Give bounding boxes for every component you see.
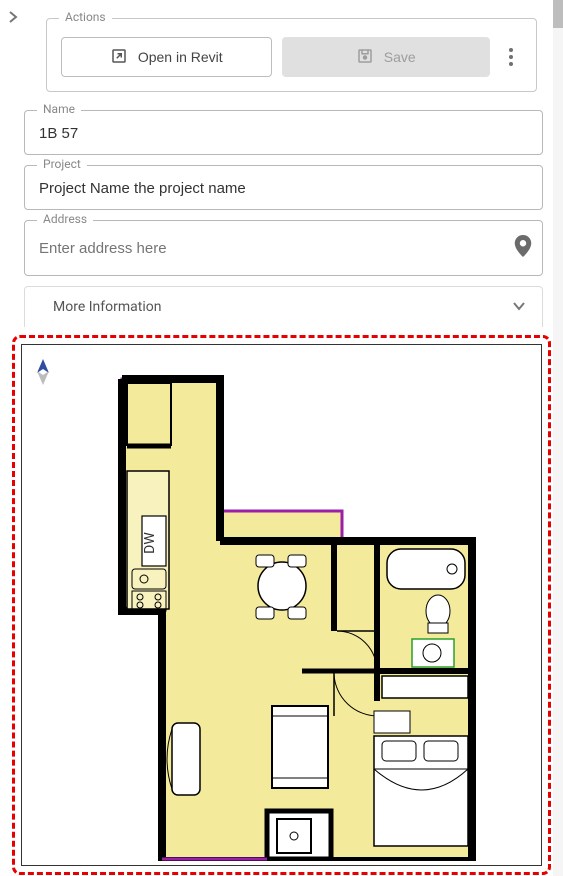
name-input[interactable] [39,125,528,142]
floorplan-viewport[interactable]: DW [21,344,542,866]
floorplan-drawing: DW [112,371,492,861]
more-actions-menu-button[interactable] [500,48,522,66]
scrollbar-thumb[interactable] [553,0,563,28]
actions-legend: Actions [59,10,112,24]
dishwasher-label: DW [142,532,158,554]
actions-fieldset: Actions Open in Revit [46,18,537,92]
project-label: Project [37,157,87,171]
save-icon [356,47,374,68]
address-input[interactable] [39,240,512,257]
open-in-revit-button[interactable]: Open in Revit [61,37,272,77]
open-in-revit-label: Open in Revit [138,49,223,65]
project-input[interactable] [39,180,528,197]
address-field: Address [24,220,543,276]
name-label: Name [37,102,81,116]
more-information-label: More Information [53,299,161,315]
more-information-accordion[interactable]: More Information [24,286,543,327]
north-arrow-icon [34,357,52,391]
save-button[interactable]: Save [282,37,491,77]
map-marker-icon[interactable] [512,233,534,263]
open-external-icon [110,47,128,68]
name-field: Name [24,110,543,155]
save-label: Save [384,49,416,65]
project-field: Project [24,165,543,210]
floorplan-selection-frame: DW [12,335,551,875]
panel-collapse-caret[interactable] [8,10,18,28]
address-label: Address [37,212,93,226]
chevron-down-icon [512,299,526,315]
scrollbar-track[interactable] [553,0,563,876]
